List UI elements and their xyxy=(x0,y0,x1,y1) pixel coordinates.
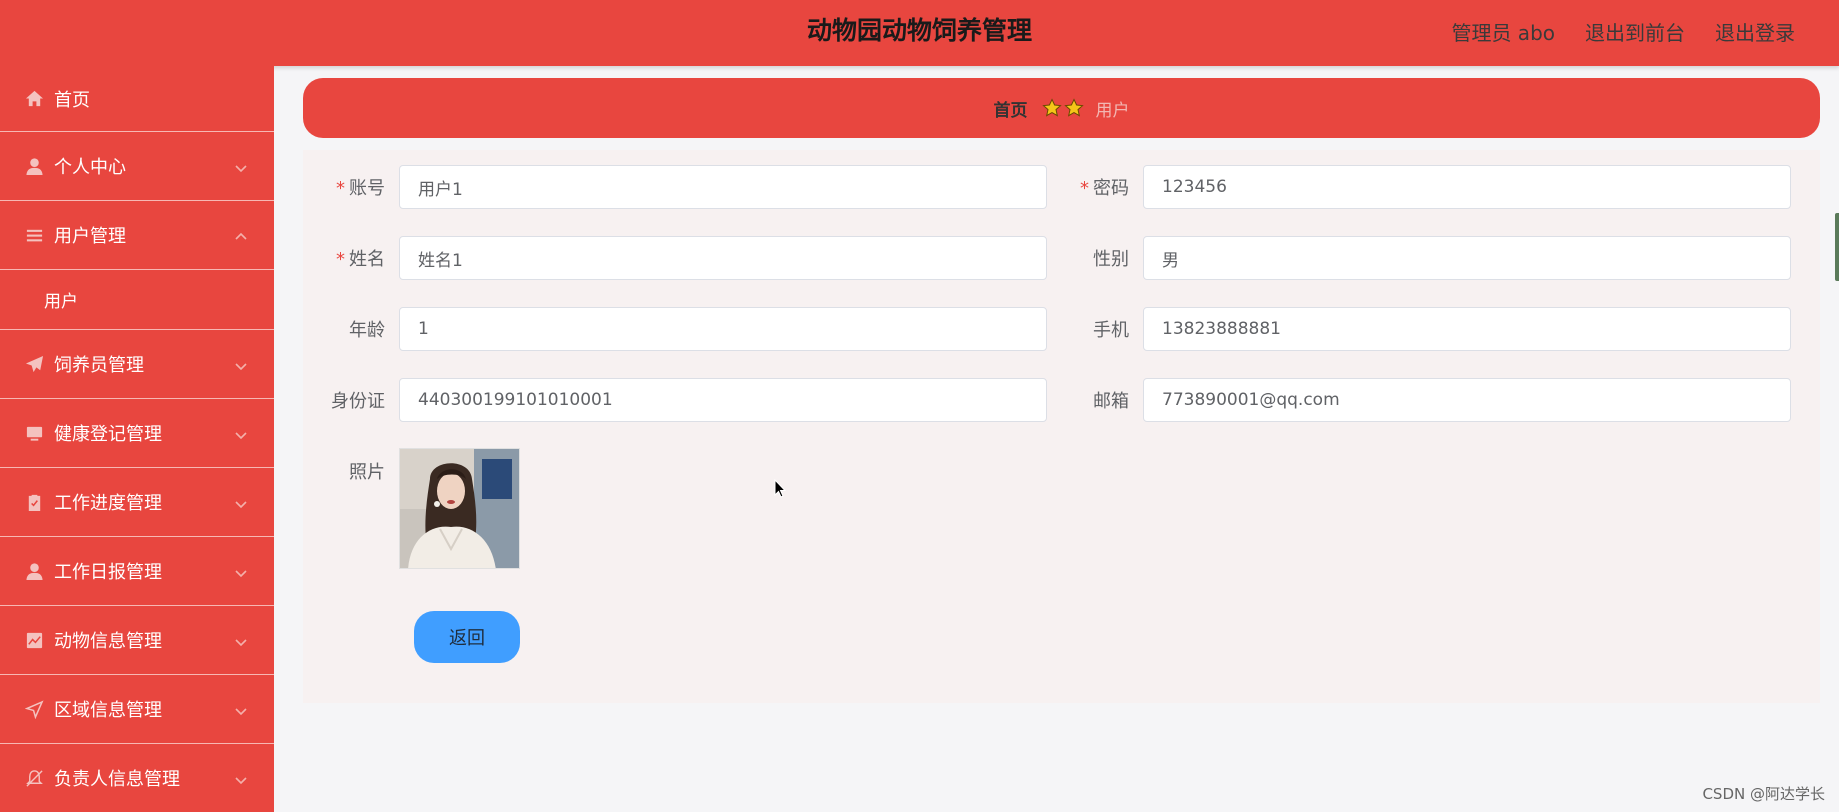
sidebar-item-manager-management[interactable]: 负责人信息管理 xyxy=(0,744,274,812)
chevron-down-icon xyxy=(234,159,248,173)
sidebar: 首页 个人中心 用户管理 用户 饲养员管理 健康登记管理 工作进度管理 工作日报… xyxy=(0,66,274,812)
form-row-age: 年龄 1 xyxy=(303,307,1047,351)
password-field[interactable]: 123456 xyxy=(1143,165,1791,209)
side-scroll-handle[interactable] xyxy=(1835,213,1839,281)
sidebar-item-area-management[interactable]: 区域信息管理 xyxy=(0,675,274,744)
sidebar-item-label: 工作日报管理 xyxy=(54,562,162,583)
phone-label: 手机 xyxy=(1093,320,1129,341)
chevron-down-icon xyxy=(234,357,248,371)
email-label: 邮箱 xyxy=(1093,391,1129,412)
star-icon xyxy=(1041,98,1062,117)
chevron-down-icon xyxy=(234,495,248,509)
name-field[interactable]: 姓名1 xyxy=(399,236,1047,280)
sidebar-item-keeper-management[interactable]: 饲养员管理 xyxy=(0,330,274,399)
sidebar-item-user-management[interactable]: 用户管理 xyxy=(0,201,274,270)
sidebar-item-label: 工作进度管理 xyxy=(54,493,162,514)
location-icon xyxy=(24,699,44,719)
gender-field[interactable]: 男 xyxy=(1143,236,1791,280)
home-icon xyxy=(24,89,44,109)
idcard-label: 身份证 xyxy=(331,391,385,412)
name-label: * 姓名 xyxy=(303,245,399,271)
form-row-email: 邮箱 773890001@qq.com xyxy=(1047,378,1791,422)
password-label-text: 密码 xyxy=(1093,178,1129,199)
sidebar-item-label: 首页 xyxy=(54,89,90,111)
user-icon xyxy=(24,156,44,176)
breadcrumb-current: 用户 xyxy=(1095,100,1130,121)
logout-link[interactable]: 退出登录 xyxy=(1715,17,1795,46)
user-icon xyxy=(24,561,44,581)
sidebar-item-personal-center[interactable]: 个人中心 xyxy=(0,132,274,201)
idcard-field[interactable]: 440300199101010001 xyxy=(399,378,1047,422)
top-links: 管理员 abo 退出到前台 退出登录 xyxy=(1451,0,1795,62)
form-row-photo: 照片 xyxy=(303,448,520,569)
breadcrumb: 首页 用户 xyxy=(303,78,1820,138)
chevron-up-icon xyxy=(234,228,248,242)
form-row-password: * 密码 123456 xyxy=(1047,165,1791,209)
sidebar-item-health-management[interactable]: 健康登记管理 xyxy=(0,399,274,468)
sidebar-item-label: 区域信息管理 xyxy=(54,700,162,721)
sidebar-item-label: 个人中心 xyxy=(54,157,126,178)
chevron-down-icon xyxy=(234,702,248,716)
monitor-icon xyxy=(24,423,44,443)
sidebar-item-progress-management[interactable]: 工作进度管理 xyxy=(0,468,274,537)
sidebar-item-label: 用户管理 xyxy=(54,226,126,247)
user-photo[interactable] xyxy=(399,448,520,569)
form-row-account: * 账号 用户1 xyxy=(303,165,1047,209)
bell-off-icon xyxy=(24,768,44,788)
sidebar-item-animal-management[interactable]: 动物信息管理 xyxy=(0,606,274,675)
front-page-link[interactable]: 退出到前台 xyxy=(1585,17,1685,46)
form-row-idcard: 身份证 440300199101010001 xyxy=(303,378,1047,422)
account-label-text: 账号 xyxy=(349,178,385,199)
password-label: * 密码 xyxy=(1047,174,1143,200)
sidebar-item-label: 健康登记管理 xyxy=(54,424,162,445)
sidebar-item-label: 动物信息管理 xyxy=(54,631,162,652)
required-mark: * xyxy=(336,249,345,270)
account-label: * 账号 xyxy=(303,174,399,200)
age-field[interactable]: 1 xyxy=(399,307,1047,351)
breadcrumb-home[interactable]: 首页 xyxy=(994,96,1028,121)
top-bar: 动物园动物饲养管理 管理员 abo 退出到前台 退出登录 xyxy=(0,0,1839,66)
sidebar-subitem-user[interactable]: 用户 xyxy=(0,270,274,330)
required-mark: * xyxy=(336,178,345,199)
chevron-down-icon xyxy=(234,771,248,785)
watermark: CSDN @阿达学长 xyxy=(1702,785,1825,803)
chart-icon xyxy=(24,630,44,650)
account-field[interactable]: 用户1 xyxy=(399,165,1047,209)
photo-label: 照片 xyxy=(349,462,385,483)
breadcrumb-separator xyxy=(1041,98,1084,118)
sidebar-item-label: 饲养员管理 xyxy=(54,355,144,376)
sidebar-item-daily-report-management[interactable]: 工作日报管理 xyxy=(0,537,274,606)
name-label-text: 姓名 xyxy=(349,249,385,270)
chevron-down-icon xyxy=(234,426,248,440)
chevron-down-icon xyxy=(234,564,248,578)
form-row-gender: 性别 男 xyxy=(1047,236,1791,280)
current-user-label: 管理员 abo xyxy=(1451,20,1555,45)
list-icon xyxy=(24,225,44,245)
form-row-name: * 姓名 姓名1 xyxy=(303,236,1047,280)
phone-field[interactable]: 13823888881 xyxy=(1143,307,1791,351)
sidebar-item-label: 负责人信息管理 xyxy=(54,769,180,790)
mouse-cursor-icon xyxy=(774,479,786,498)
back-button[interactable]: 返回 xyxy=(414,611,520,663)
chevron-down-icon xyxy=(234,633,248,647)
user-detail-form: * 账号 用户1 * 密码 123456 * 姓名 姓名1 性别 男 年龄 1 手机 … xyxy=(303,150,1820,703)
email-field[interactable]: 773890001@qq.com xyxy=(1143,378,1791,422)
gender-label: 性别 xyxy=(1093,249,1129,270)
star-icon xyxy=(1063,98,1084,117)
sidebar-item-home[interactable]: 首页 xyxy=(0,66,274,132)
sidebar-subitem-label: 用户 xyxy=(44,292,78,312)
portrait-image xyxy=(400,449,519,568)
send-icon xyxy=(24,354,44,374)
required-mark: * xyxy=(1080,178,1089,199)
form-row-phone: 手机 13823888881 xyxy=(1047,307,1791,351)
age-label: 年龄 xyxy=(349,320,385,341)
clipboard-icon xyxy=(24,492,44,512)
